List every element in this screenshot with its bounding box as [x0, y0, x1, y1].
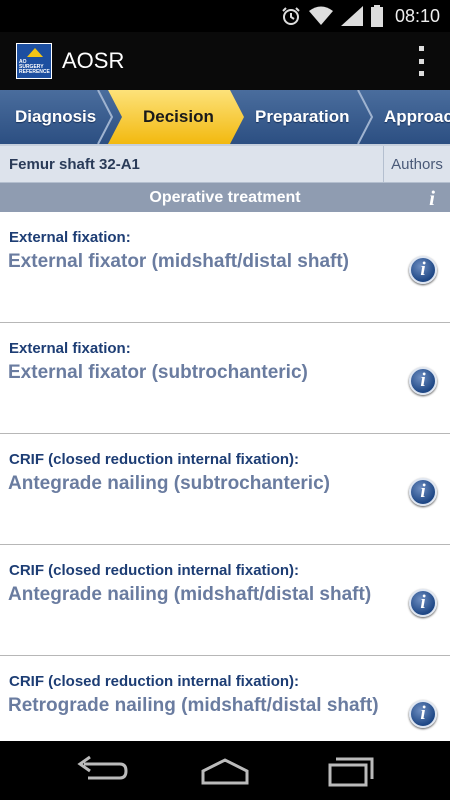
- option-item[interactable]: CRIF (closed reduction internal fixation…: [0, 656, 450, 741]
- status-time: 08:10: [394, 5, 440, 26]
- recent-apps-icon[interactable]: [320, 751, 380, 791]
- option-category: External fixation:: [9, 340, 131, 357]
- option-category: CRIF (closed reduction internal fixation…: [9, 451, 300, 468]
- home-icon[interactable]: [195, 751, 255, 791]
- navigation-bar: [0, 741, 450, 800]
- option-item[interactable]: CRIF (closed reduction internal fixation…: [0, 545, 450, 656]
- battery-icon: [370, 5, 383, 27]
- status-bar: 08:10: [0, 0, 450, 32]
- option-category: CRIF (closed reduction internal fixation…: [9, 562, 300, 579]
- section-info-icon[interactable]: i: [429, 186, 435, 211]
- info-icon[interactable]: i: [409, 700, 437, 728]
- step-separator-icon: [357, 90, 374, 144]
- info-icon[interactable]: i: [409, 589, 437, 617]
- case-bar: Femur shaft 32-A1 Authors: [0, 146, 450, 183]
- wifi-icon: [308, 6, 333, 25]
- option-item[interactable]: CRIF (closed reduction internal fixation…: [0, 434, 450, 545]
- info-icon[interactable]: i: [409, 256, 437, 284]
- tab-approach[interactable]: Approach: [384, 90, 450, 144]
- authors-button[interactable]: Authors: [383, 146, 450, 183]
- case-title: Femur shaft 32-A1: [9, 156, 140, 173]
- option-category: External fixation:: [9, 229, 131, 246]
- action-bar: AO SURGERY REFERENCE AOSR: [0, 32, 450, 90]
- logo-mark: [27, 48, 43, 57]
- option-name: Antegrade nailing (midshaft/distal shaft…: [8, 584, 372, 605]
- option-item[interactable]: External fixation: External fixator (mid…: [0, 212, 450, 323]
- section-title: Operative treatment: [149, 188, 301, 206]
- step-separator-icon: [97, 90, 114, 144]
- option-item[interactable]: External fixation: External fixator (sub…: [0, 323, 450, 434]
- overflow-menu-icon[interactable]: [416, 46, 426, 76]
- app-logo[interactable]: AO SURGERY REFERENCE: [16, 43, 52, 79]
- logo-text: AO SURGERY REFERENCE: [19, 59, 50, 75]
- back-icon[interactable]: [70, 751, 130, 791]
- tab-diagnosis[interactable]: Diagnosis: [15, 90, 96, 144]
- option-name: External fixator (midshaft/distal shaft): [8, 251, 350, 272]
- tab-preparation[interactable]: Preparation: [255, 90, 349, 144]
- app-title: AOSR: [62, 48, 125, 73]
- option-name: Retrograde nailing (midshaft/distal shaf…: [8, 695, 379, 716]
- info-icon[interactable]: i: [409, 367, 437, 395]
- option-name: External fixator (subtrochanteric): [8, 362, 308, 383]
- info-icon[interactable]: i: [409, 478, 437, 506]
- option-name: Antegrade nailing (subtrochanteric): [8, 473, 330, 494]
- main-content: Femur shaft 32-A1 Authors Operative trea…: [0, 146, 450, 741]
- step-tabs: Diagnosis Decision Preparation Approach: [0, 90, 450, 146]
- option-category: CRIF (closed reduction internal fixation…: [9, 673, 300, 690]
- tab-decision[interactable]: Decision: [143, 90, 214, 144]
- section-header: Operative treatment i: [0, 183, 450, 212]
- status-icons: 08:10: [281, 0, 440, 32]
- alarm-icon: [282, 7, 300, 25]
- signal-icon: [340, 6, 363, 26]
